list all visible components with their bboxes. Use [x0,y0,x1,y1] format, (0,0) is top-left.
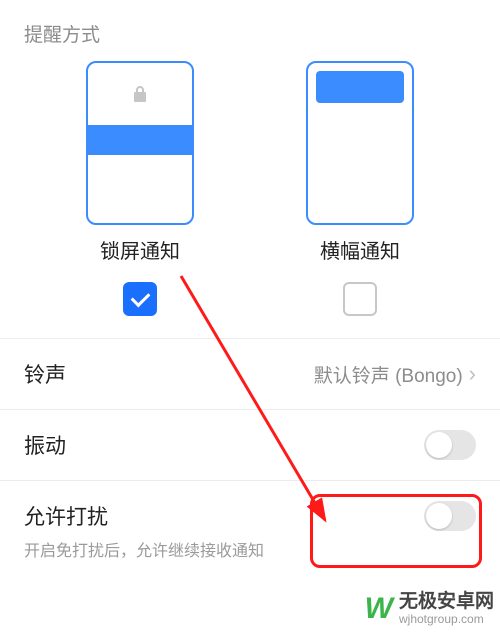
lock-icon [132,85,148,108]
check-icon [130,288,150,308]
lockscreen-preview [86,61,194,225]
banner-bar [316,71,404,103]
toggle-knob [426,432,452,458]
notification-style-options: 锁屏通知 横幅通知 [0,55,500,326]
option-banner[interactable]: 横幅通知 [280,61,440,316]
option-lockscreen-label: 锁屏通知 [100,235,180,264]
watermark-logo-icon: W [365,592,391,626]
option-lockscreen-checkbox[interactable] [123,282,157,316]
row-allow-disturb[interactable]: 允许打扰 开启免打扰后，允许继续接收通知 [0,480,500,581]
option-banner-label: 横幅通知 [320,235,400,264]
watermark: W 无极安卓网 wjhotgroup.com [365,592,494,626]
toggle-knob [426,503,452,529]
settings-list: 铃声 默认铃声 (Bongo) › 振动 允许打扰 开启免打扰后，允许继续接收通… [0,338,500,581]
section-title: 提醒方式 [0,0,500,55]
option-lockscreen[interactable]: 锁屏通知 [60,61,220,316]
row-ringtone[interactable]: 铃声 默认铃声 (Bongo) › [0,338,500,409]
row-ringtone-value: 默认铃声 (Bongo) [314,361,463,388]
row-allow-disturb-title: 允许打扰 [24,501,108,531]
row-ringtone-title: 铃声 [24,359,66,389]
row-vibrate-toggle[interactable] [424,430,476,460]
row-allow-disturb-subtitle: 开启免打扰后，允许继续接收通知 [24,537,476,561]
row-vibrate-title: 振动 [24,430,66,460]
option-banner-checkbox[interactable] [343,282,377,316]
row-allow-disturb-toggle[interactable] [424,501,476,531]
banner-preview [306,61,414,225]
watermark-text-en: wjhotgroup.com [399,613,494,626]
chevron-right-icon: › [469,361,476,387]
watermark-text-cn: 无极安卓网 [399,592,494,613]
lockscreen-banner [88,125,192,155]
row-vibrate[interactable]: 振动 [0,409,500,480]
